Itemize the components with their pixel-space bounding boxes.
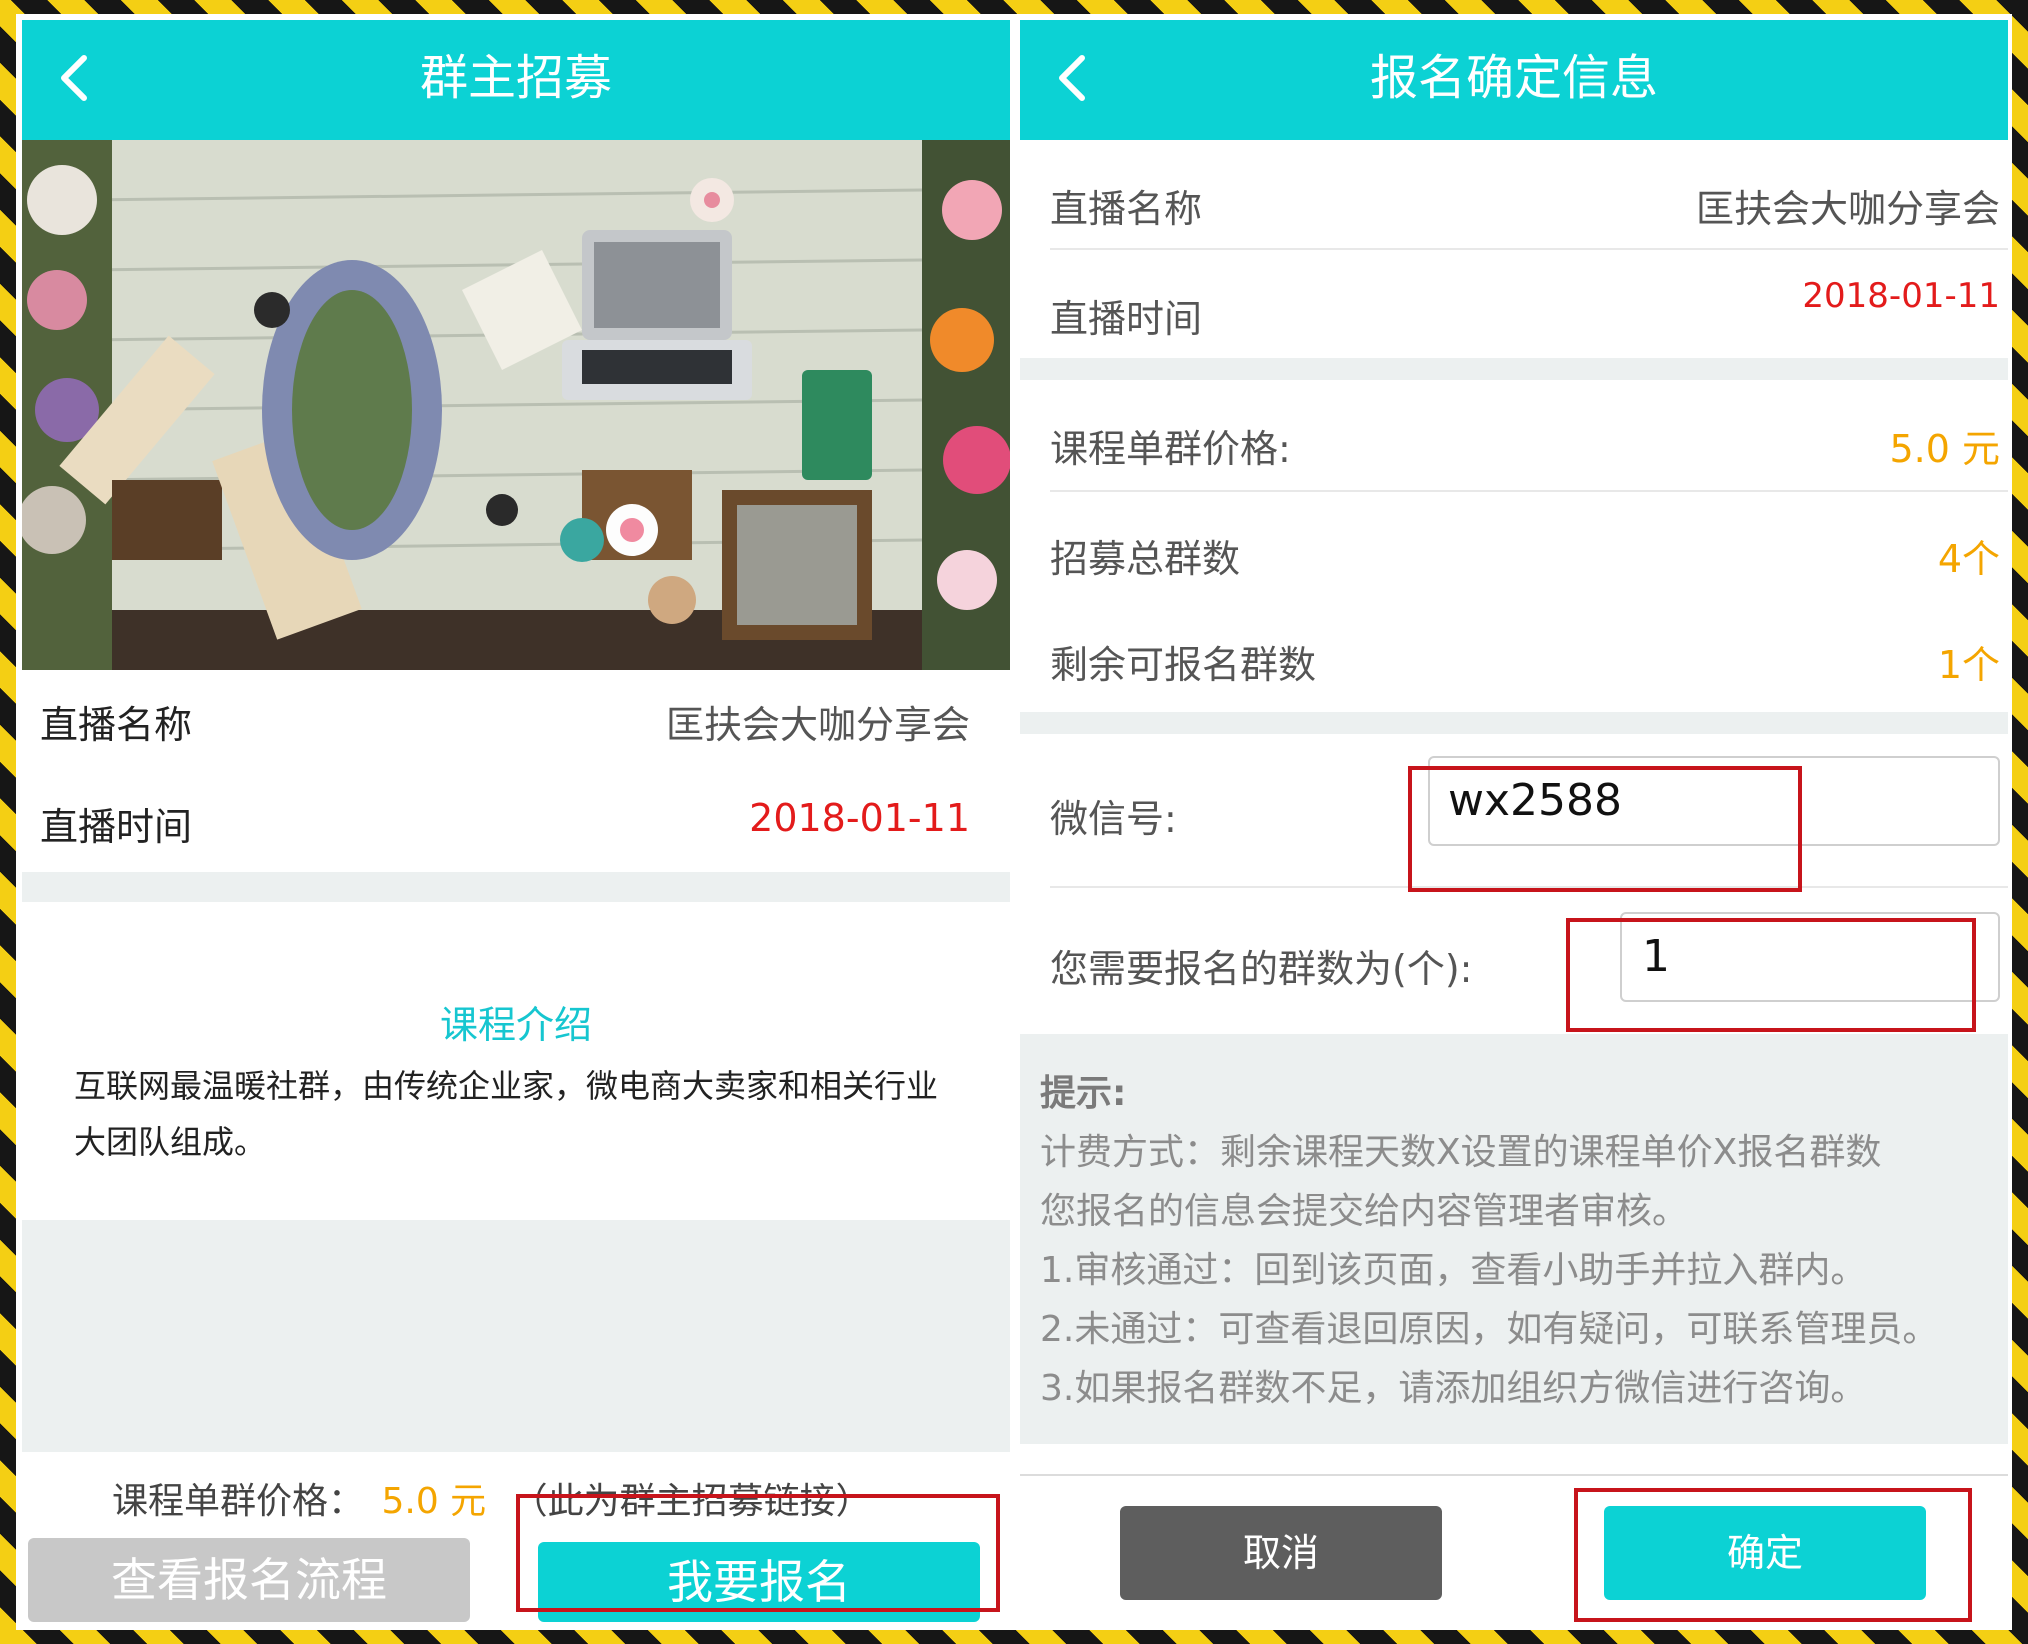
highlight-confirm-button bbox=[1574, 1488, 1972, 1622]
tips-line: 您报名的信息会提交给内容管理者审核。 bbox=[1040, 1191, 1689, 1232]
tips-line: 1.审核通过：回到该页面，查看小助手并拉入群内。 bbox=[1040, 1250, 1867, 1291]
page-title: 报名确定信息 bbox=[1369, 50, 1658, 106]
price-value: 5.0 元 bbox=[1889, 427, 2000, 471]
tips-text: 提示: 计费方式：剩余课程天数X设置的课程单价X报名群数 您报名的信息会提交给内… bbox=[1040, 1064, 1998, 1418]
total-groups-row: 招募总群数 4个 bbox=[1020, 492, 2008, 602]
blank-area bbox=[22, 1220, 1010, 1452]
section-divider bbox=[1020, 358, 2008, 380]
live-time-row: 直播时间 2018-01-11 bbox=[22, 776, 1010, 876]
hero-image bbox=[22, 140, 1010, 670]
left-screen-recruitment: 群主招募 直播名称 匡扶会大咖分享会 直播时间 2018-01-11 课程介绍 … bbox=[22, 20, 1010, 1630]
price-row: 课程单群价格: 5.0 元 bbox=[1020, 380, 2008, 490]
course-intro-section: 课程介绍 互联网最温暖社群，由传统企业家，微电商大卖家和相关行业大团队组成。 bbox=[22, 902, 1010, 1220]
remaining-groups-label: 剩余可报名群数 bbox=[1050, 643, 1317, 687]
highlight-wechat-input bbox=[1408, 766, 1802, 892]
live-name-label: 直播名称 bbox=[40, 703, 193, 747]
tips-section: 提示: 计费方式：剩余课程天数X设置的课程单价X报名群数 您报名的信息会提交给内… bbox=[1020, 1034, 2008, 1444]
view-process-button[interactable]: 查看报名流程 bbox=[28, 1538, 470, 1622]
cancel-button[interactable]: 取消 bbox=[1120, 1506, 1442, 1600]
highlight-groups-input bbox=[1566, 918, 1976, 1032]
price-label: 课程单群价格： bbox=[112, 1481, 365, 1522]
remaining-groups-value: 1个 bbox=[1937, 643, 2000, 687]
tips-line: 计费方式：剩余课程天数X设置的课程单价X报名群数 bbox=[1040, 1132, 1882, 1173]
live-time-value: 2018-01-11 bbox=[749, 796, 970, 840]
groups-needed-label: 您需要报名的群数为(个): bbox=[1050, 947, 1473, 991]
highlight-signup-button bbox=[516, 1494, 1000, 1612]
live-name-label: 直播名称 bbox=[1050, 187, 1203, 231]
section-divider bbox=[1020, 712, 2008, 734]
section-divider bbox=[22, 872, 1010, 902]
course-intro-title: 课程介绍 bbox=[439, 1003, 592, 1047]
live-time-value: 2018-01-11 bbox=[1802, 276, 2000, 316]
total-groups-value: 4个 bbox=[1937, 537, 2000, 581]
live-name-value: 匡扶会大咖分享会 bbox=[665, 703, 970, 747]
nav-bar: 群主招募 bbox=[22, 20, 1010, 140]
tips-line: 3.如果报名群数不足，请添加组织方微信进行咨询。 bbox=[1040, 1368, 1867, 1409]
price-label: 课程单群价格: bbox=[1050, 427, 1291, 471]
tips-line: 2.未通过：可查看退回原因，如有疑问，可联系管理员。 bbox=[1040, 1309, 1939, 1350]
live-name-row: 直播名称 匡扶会大咖分享会 bbox=[1020, 140, 2008, 248]
total-groups-label: 招募总群数 bbox=[1050, 537, 1241, 581]
tips-title: 提示: bbox=[1040, 1073, 1127, 1114]
live-time-label: 直播时间 bbox=[40, 805, 193, 849]
live-time-row: 直播时间 2018-01-11 bbox=[1020, 250, 2008, 358]
live-name-value: 匡扶会大咖分享会 bbox=[1695, 187, 2000, 231]
page-title: 群主招募 bbox=[419, 50, 612, 106]
live-name-row: 直播名称 匡扶会大咖分享会 bbox=[22, 670, 1010, 776]
price-value: 5.0 元 bbox=[381, 1481, 487, 1522]
remaining-groups-row: 剩余可报名群数 1个 bbox=[1020, 602, 2008, 712]
course-intro-text: 互联网最温暖社群，由传统企业家，微电商大卖家和相关行业大团队组成。 bbox=[74, 1067, 939, 1161]
nav-bar: 报名确定信息 bbox=[1020, 20, 2008, 140]
wechat-label: 微信号: bbox=[1050, 797, 1177, 841]
live-time-label: 直播时间 bbox=[1050, 297, 1203, 341]
